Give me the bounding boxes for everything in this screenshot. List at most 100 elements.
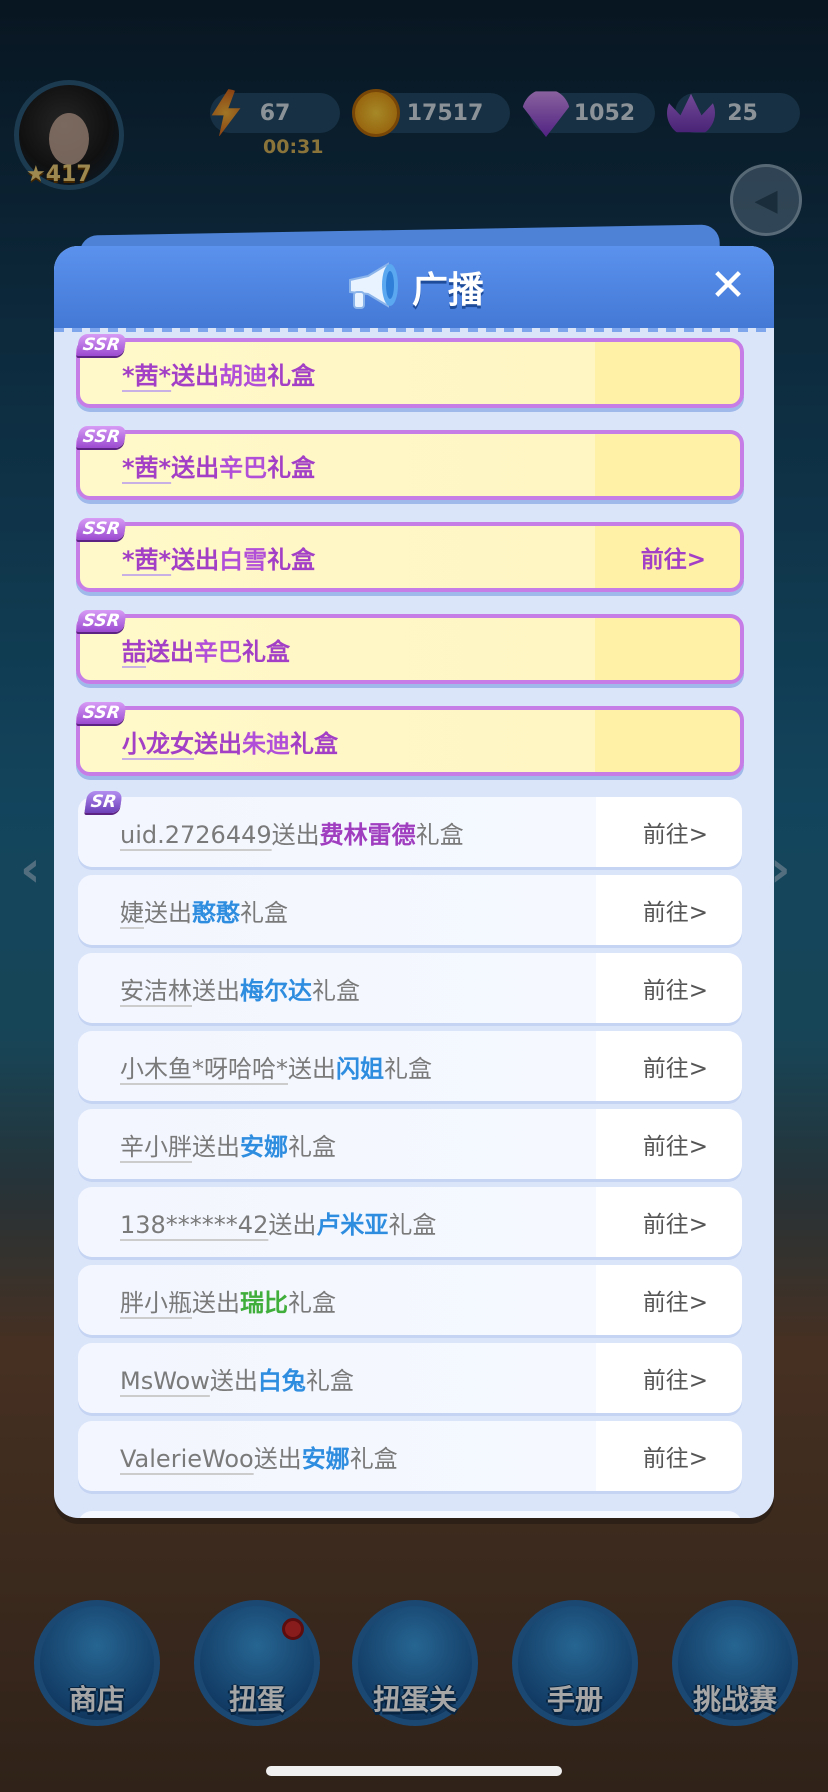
verb-text: 送出 [253,1444,302,1473]
broadcast-row[interactable]: SSR 喆送出辛巴礼盒 [76,610,744,684]
goto-link[interactable]: 前往> [643,815,708,849]
gift-name: 辛巴 [194,637,242,666]
verb-text: 送出 [171,545,220,574]
nav-gacha-label: 扭蛋 [228,1683,285,1716]
goto-link[interactable]: 前往> [643,1049,708,1083]
crown-value: 25 [727,100,758,126]
broadcast-message: 婕送出憨憨礼盒 [120,893,288,928]
broadcast-row[interactable]: 胖小瓶送出瑞比礼盒 前往> [78,1265,742,1335]
broadcast-row[interactable]: 婕送出憨憨礼盒 前往> [78,875,742,945]
goto-link[interactable]: 前往> [643,1205,708,1239]
ssr-badge: SSR [76,702,127,724]
verb-text: 送出 [209,1366,258,1395]
gift-suffix: 礼盒 [415,820,464,849]
gift-name: 闪姐 [336,1054,384,1083]
gift-suffix: 礼盒 [305,1366,354,1395]
energy-value: 67 [259,100,291,126]
goto-link[interactable]: 前往> [643,1361,708,1395]
nav-gacha-button[interactable]: 扭蛋 [194,1600,320,1726]
nav-shop-button[interactable]: 商店 [34,1600,160,1726]
gift-suffix: 礼盒 [267,453,316,482]
ssr-badge: SSR [76,518,127,540]
sender-name: *茜* [122,361,172,390]
broadcast-toggle-button[interactable]: ◀ [730,164,802,236]
verb-text: 送出 [268,1210,317,1239]
sender-name: *茜* [122,453,172,482]
broadcast-message: 138******42送出卢米亚礼盒 [120,1205,436,1240]
gift-suffix: 礼盒 [288,1132,336,1161]
level-value: 417 [45,162,92,187]
goto-link[interactable]: 前往> [643,971,708,1005]
verb-text: 送出 [271,820,320,849]
gift-suffix: 礼盒 [267,545,316,574]
broadcast-row[interactable]: SR uid.2726449送出费林雷德礼盒 前往> [78,791,742,867]
nav-gacha-level-button[interactable]: 扭蛋关 [352,1600,478,1726]
goto-link[interactable]: 前往> [643,1127,708,1161]
nav-challenge-button[interactable]: 挑战赛 [672,1600,798,1726]
sender-name: 婕 [120,898,144,927]
gift-suffix: 礼盒 [384,1054,432,1083]
broadcast-message: *茜*送出白雪礼盒 [122,540,315,575]
broadcast-message: 喆送出辛巴礼盒 [122,632,290,667]
broadcast-row[interactable]: SSR *茜*送出辛巴礼盒 [76,426,744,500]
gift-name: 白雪 [219,545,268,574]
lightning-icon [211,89,241,137]
energy-counter[interactable]: 67 [210,89,340,137]
megaphone-icon [344,260,402,314]
crown-counter[interactable]: 25 [667,93,800,133]
broadcast-message: 小龙女送出朱迪礼盒 [122,724,338,759]
sender-name: ValerieWoo [120,1444,254,1473]
gift-name: 胡迪 [219,361,268,390]
gem-counter[interactable]: 1052 [522,91,655,137]
broadcast-message: 安洁林送出梅尔达礼盒 [120,971,360,1006]
broadcast-row[interactable]: ValerieWoo送出安娜礼盒 前往> [78,1421,742,1491]
close-button[interactable]: ✕ [704,262,752,310]
sender-name: 喆 [122,637,146,666]
gift-suffix: 礼盒 [288,1288,336,1317]
modal-title: 广播 [411,270,484,311]
gem-icon [522,91,570,137]
home-indicator [266,1766,562,1776]
avatar-face [49,113,89,165]
coin-icon [352,89,400,137]
sender-name: 辛小胖 [120,1132,192,1161]
broadcast-row[interactable]: 辛小胖送出安娜礼盒 前往> [78,1109,742,1179]
header-divider [54,328,774,332]
broadcast-row[interactable]: MsWow送出白兔礼盒 前往> [78,1343,742,1413]
gift-name: 辛巴 [219,453,268,482]
nav-handbook-button[interactable]: 手册 [512,1600,638,1726]
gift-suffix: 礼盒 [290,729,338,758]
verb-text: 送出 [171,453,220,482]
modal-header: 广播 ✕ [54,246,774,328]
broadcast-modal: 广播 ✕ SSR *茜*送出胡迪礼盒 SSR *茜*送出辛巴礼盒 SSR *茜*送出白雪礼… [54,246,774,1518]
sender-name: 胖小瓶 [120,1288,192,1317]
broadcast-row[interactable]: 安洁林送出梅尔达礼盒 前往> [78,953,742,1023]
gift-name: 费林雷德 [319,820,416,849]
gift-suffix: 礼盒 [267,361,316,390]
broadcast-row[interactable]: SSR *茜*送出白雪礼盒 前往> [76,518,744,592]
gift-name: 卢米亚 [316,1210,389,1239]
ssr-badge: SSR [76,426,127,448]
gift-name: 梅尔达 [240,976,312,1005]
nav-handbook-label: 手册 [546,1683,603,1716]
goto-link[interactable]: 前往> [643,893,708,927]
gift-suffix: 礼盒 [240,898,288,927]
broadcast-row[interactable]: SSR *茜*送出胡迪礼盒 [76,334,744,408]
goto-link[interactable]: 前往> [643,1439,708,1473]
broadcast-message: *茜*送出辛巴礼盒 [122,448,315,483]
broadcast-row[interactable]: 138******42送出卢米亚礼盒 前往> [78,1187,742,1257]
goto-link[interactable]: 前往> [643,1283,708,1317]
carousel-left-arrow[interactable]: ‹ [20,840,41,898]
gift-name: 白兔 [257,1366,306,1395]
gift-suffix: 礼盒 [388,1210,437,1239]
sender-name: 小龙女 [122,729,194,758]
broadcast-row[interactable]: SSR 小龙女送出朱迪礼盒 [76,702,744,776]
broadcast-row[interactable]: 小木鱼*呀哈哈*送出闪姐礼盒 前往> [78,1031,742,1101]
broadcast-message: ValerieWoo送出安娜礼盒 [120,1439,398,1474]
speaker-icon: ◀ [754,182,778,218]
goto-link[interactable]: 前往> [641,540,706,574]
verb-text: 送出 [194,729,242,758]
notification-dot [282,1618,304,1640]
gift-suffix: 礼盒 [242,637,290,666]
coin-counter[interactable]: 17517 [352,89,510,137]
